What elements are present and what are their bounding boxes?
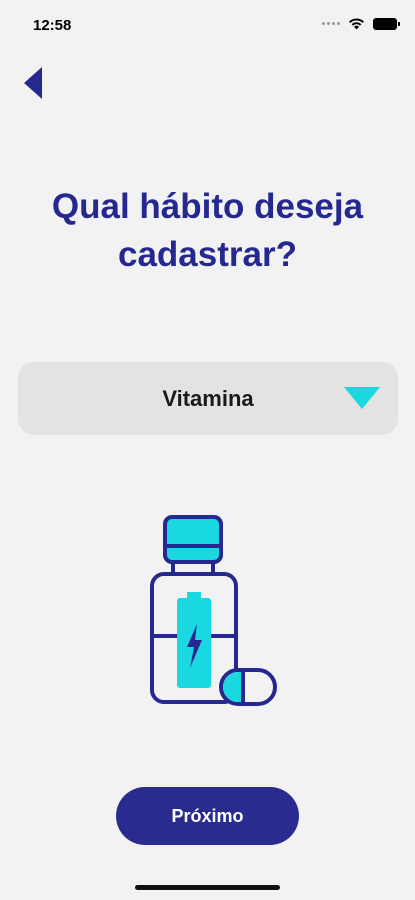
- page-title: Qual hábito deseja cadastrar?: [51, 187, 364, 274]
- habit-select-value: Vitamina: [162, 386, 254, 411]
- signal-dots-icon: [322, 22, 340, 25]
- habit-select[interactable]: Vitamina: [18, 362, 398, 435]
- next-button[interactable]: Próximo: [116, 787, 299, 845]
- back-arrow-icon: [24, 67, 42, 99]
- battery-icon: [373, 17, 400, 30]
- wifi-icon: [349, 18, 364, 30]
- home-indicator[interactable]: [135, 885, 280, 890]
- triangle-down-icon: [344, 387, 380, 409]
- status-bar: 12:58: [0, 0, 415, 50]
- status-time: 12:58: [33, 17, 72, 34]
- back-button[interactable]: [18, 64, 48, 102]
- vitamin-bottle-icon: [150, 515, 277, 706]
- status-icons: [322, 17, 400, 30]
